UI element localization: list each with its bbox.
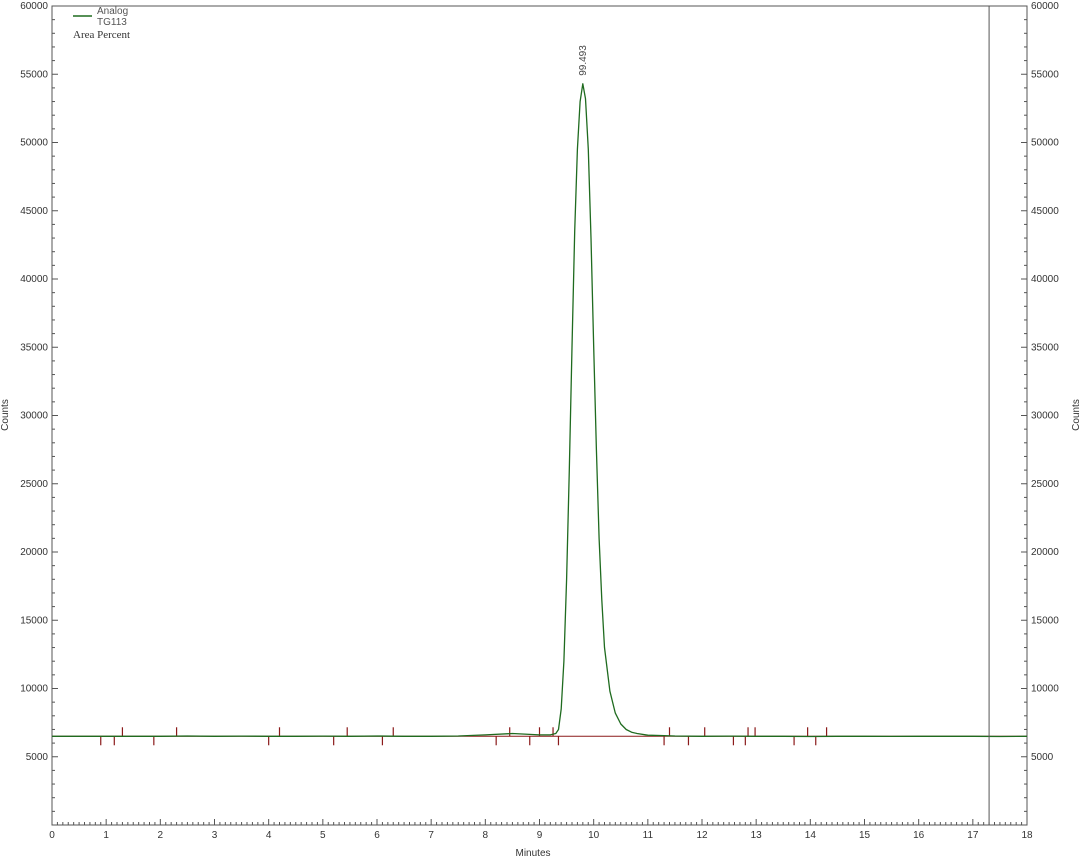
x-tick-label: 4 <box>266 830 272 841</box>
y-axis-title-right: Counts <box>1071 399 1082 431</box>
x-tick-label: 13 <box>751 830 763 841</box>
peak-label: 99.493 <box>578 45 589 76</box>
y-tick-label-right: 10000 <box>1031 684 1059 695</box>
y-tick-label-right: 20000 <box>1031 547 1059 558</box>
legend-entry-tg113: TG113 <box>97 17 127 28</box>
y-tick-label-right: 45000 <box>1031 206 1059 217</box>
x-tick-label: 17 <box>967 830 979 841</box>
y-tick-label-right: 30000 <box>1031 411 1059 422</box>
x-tick-label: 11 <box>643 830 654 841</box>
y-axis-title-left: Counts <box>0 399 11 431</box>
legend-entry-analog: Analog <box>97 6 128 17</box>
chromatogram-chart: 5000 10000 15000 20000 25000 30000 35000 40000 4… <box>0 0 1084 860</box>
y-tick-label: 5000 <box>26 752 49 763</box>
y-tick-label: 25000 <box>20 479 48 490</box>
y-tick-label-right: 55000 <box>1031 69 1059 80</box>
y-tick-label: 15000 <box>20 615 48 626</box>
x-tick-label: 0 <box>49 830 55 841</box>
x-tick-label: 7 <box>428 830 434 841</box>
x-tick-label: 8 <box>483 830 489 841</box>
x-tick-label: 5 <box>320 830 326 841</box>
x-tick-label: 10 <box>588 830 600 841</box>
peak-annotations: 99.493 <box>578 45 589 76</box>
x-tick-label: 6 <box>374 830 380 841</box>
chart-svg: 5000100001500020000250003000035000400004… <box>0 1 1082 859</box>
y-tick-label: 50000 <box>20 138 48 149</box>
x-tick-label: 3 <box>212 830 218 841</box>
y-tick-label-right: 15000 <box>1031 615 1059 626</box>
y-tick-label: 55000 <box>20 69 48 80</box>
plot-frame <box>51 5 1028 826</box>
y-tick-label: 35000 <box>20 342 48 353</box>
x-tick-label: 2 <box>158 830 164 841</box>
y-tick-label-right: 50000 <box>1031 138 1059 149</box>
y-tick-label-right: 60000 <box>1031 1 1059 12</box>
y-tick-label-right: 40000 <box>1031 274 1059 285</box>
y-tick-label: 30000 <box>20 411 48 422</box>
y-tick-label-right: 35000 <box>1031 342 1059 353</box>
legend-method: Area Percent <box>73 29 130 41</box>
x-tick-label: 15 <box>859 830 871 841</box>
x-axis-title: Minutes <box>515 848 550 859</box>
x-tick-label: 1 <box>103 830 109 841</box>
y-tick-label: 45000 <box>20 206 48 217</box>
x-tick-label: 12 <box>696 830 708 841</box>
x-tick-label: 18 <box>1021 830 1033 841</box>
x-tick-label: 14 <box>805 830 817 841</box>
y-tick-label: 10000 <box>20 684 48 695</box>
y-tick-label-right: 5000 <box>1031 752 1054 763</box>
y-tick-label-right: 25000 <box>1031 479 1059 490</box>
y-tick-label: 40000 <box>20 274 48 285</box>
x-tick-label: 9 <box>537 830 543 841</box>
y-tick-label: 60000 <box>20 1 48 12</box>
x-tick-label: 16 <box>913 830 925 841</box>
y-tick-label: 20000 <box>20 547 48 558</box>
